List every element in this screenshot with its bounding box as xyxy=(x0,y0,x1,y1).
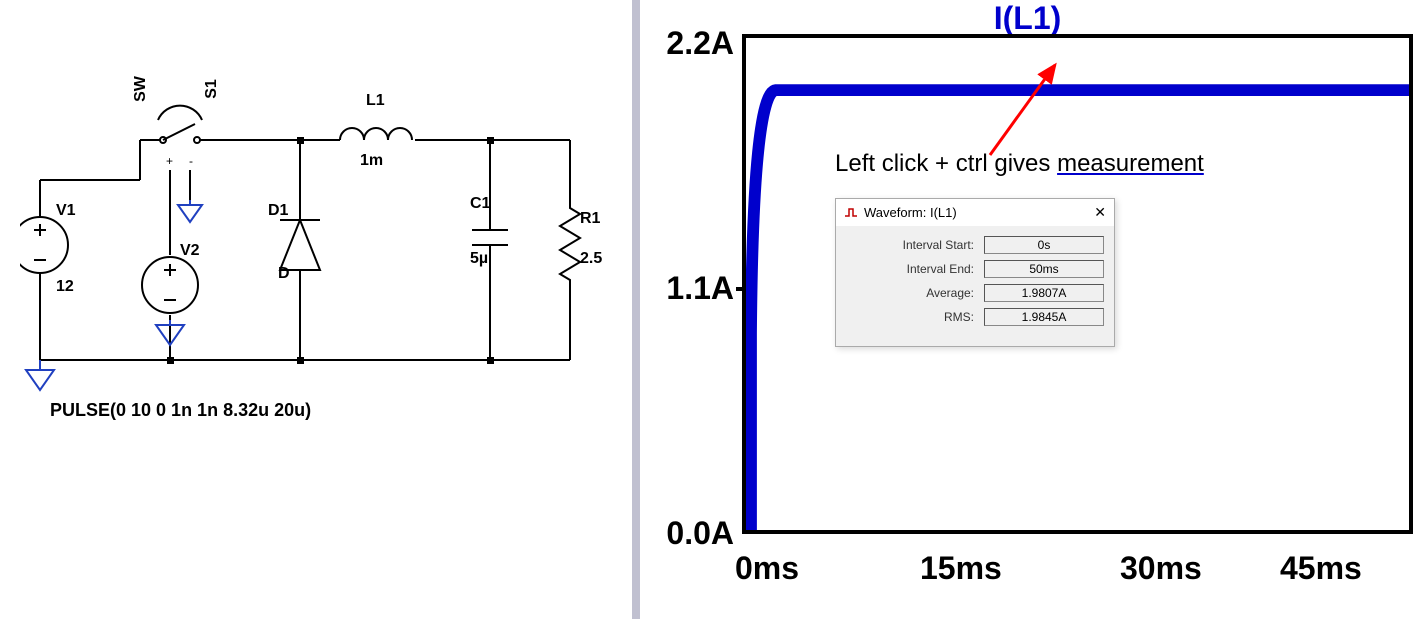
schematic-panel: + - xyxy=(0,0,640,619)
chart-title[interactable]: I(L1) xyxy=(994,0,1062,37)
v1-value: 12 xyxy=(56,278,74,296)
r1-label: R1 xyxy=(580,210,600,228)
component-s1: + - xyxy=(158,106,202,168)
dialog-row-interval-start: Interval Start: 0s xyxy=(846,236,1104,254)
dialog-row-rms: RMS: 1.9845A xyxy=(846,308,1104,326)
circuit-schematic: + - xyxy=(20,60,620,420)
l1-value: 1m xyxy=(360,152,383,170)
annotation-prefix: Left click + ctrl gives xyxy=(835,150,1057,177)
row-value[interactable]: 1.9845A xyxy=(984,308,1104,326)
row-label: Interval Start: xyxy=(846,238,984,252)
component-r1 xyxy=(560,200,580,290)
annotation-underlined: measurement xyxy=(1057,150,1204,177)
component-v2 xyxy=(142,257,198,313)
dialog-titlebar[interactable]: Waveform: I(L1) ✕ xyxy=(836,199,1114,226)
svg-text:-: - xyxy=(189,154,193,168)
row-value[interactable]: 50ms xyxy=(984,260,1104,278)
pulse-directive: PULSE(0 10 0 1n 1n 8.32u 20u) xyxy=(50,400,311,421)
component-l1 xyxy=(340,128,412,140)
plot-panel: I(L1) 2.2A 1.1A 0.0A Left click + ctrl g… xyxy=(640,0,1415,619)
dialog-body: Interval Start: 0s Interval End: 50ms Av… xyxy=(836,226,1114,346)
x-tick-label-2: 30ms xyxy=(1120,550,1202,587)
v1-label: V1 xyxy=(56,202,76,220)
s1-model: SW xyxy=(132,76,150,102)
x-tick-label-1: 15ms xyxy=(920,550,1002,587)
svg-text:+: + xyxy=(166,154,173,168)
waveform-dialog[interactable]: Waveform: I(L1) ✕ Interval Start: 0s Int… xyxy=(835,198,1115,347)
c1-value: 5µ xyxy=(470,250,488,268)
r1-value: 2.5 xyxy=(580,250,602,268)
y-tick-label-2: 2.2A xyxy=(644,25,734,62)
dialog-row-interval-end: Interval End: 50ms xyxy=(846,260,1104,278)
row-label: Average: xyxy=(846,286,984,300)
s1-label: S1 xyxy=(203,79,221,99)
d1-label: D1 xyxy=(268,202,288,220)
close-icon[interactable]: ✕ xyxy=(1094,204,1106,221)
row-value[interactable]: 0s xyxy=(984,236,1104,254)
dialog-row-average: Average: 1.9807A xyxy=(846,284,1104,302)
ltspice-icon xyxy=(844,206,858,220)
d1-value: D xyxy=(278,265,290,283)
y-tick-label-0: 0.0A xyxy=(644,515,734,552)
row-label: RMS: xyxy=(846,310,984,324)
l1-label: L1 xyxy=(366,92,385,110)
dialog-title-text: Waveform: I(L1) xyxy=(864,205,957,220)
x-tick-label-0: 0ms xyxy=(735,550,799,587)
v2-label: V2 xyxy=(180,242,200,260)
c1-label: C1 xyxy=(470,195,490,213)
row-label: Interval End: xyxy=(846,262,984,276)
y-tick-label-1: 1.1A xyxy=(644,270,734,307)
row-value[interactable]: 1.9807A xyxy=(984,284,1104,302)
annotation-arrow xyxy=(980,55,1070,165)
annotation-text: Left click + ctrl gives measurement xyxy=(835,150,1204,178)
x-tick-label-3: 45ms xyxy=(1280,550,1362,587)
